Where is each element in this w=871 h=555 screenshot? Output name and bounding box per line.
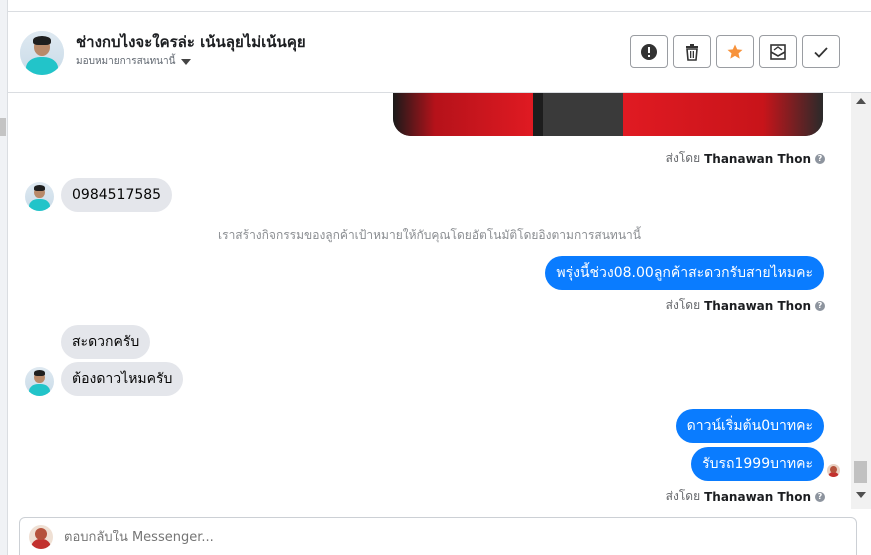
mail-icon bbox=[770, 43, 786, 60]
outgoing-message[interactable]: พรุ่งนี้ช่วง08.00ลูกค้าสะดวกรับสายไหมคะ bbox=[545, 256, 824, 290]
mark-done-button[interactable] bbox=[802, 35, 840, 68]
star-button[interactable] bbox=[716, 35, 754, 68]
contact-avatar[interactable] bbox=[20, 31, 64, 75]
mark-unread-button[interactable] bbox=[759, 35, 797, 68]
check-icon bbox=[814, 46, 828, 58]
help-icon[interactable]: ? bbox=[815, 153, 825, 164]
assign-conversation-dropdown[interactable]: มอบหมายการสนทนานี้ bbox=[76, 54, 192, 69]
help-icon[interactable]: ? bbox=[815, 300, 825, 311]
page-avatar bbox=[29, 525, 53, 549]
read-receipt-avatar bbox=[827, 464, 840, 477]
help-icon[interactable]: ? bbox=[815, 491, 825, 502]
incoming-message[interactable]: ต้องดาวไหมครับ bbox=[61, 362, 184, 396]
image-attachment[interactable] bbox=[393, 93, 823, 136]
outgoing-message[interactable]: รับรถ1999บาทคะ bbox=[691, 447, 824, 481]
star-icon bbox=[727, 44, 743, 59]
exclamation-icon bbox=[641, 43, 657, 60]
sent-by-label: ส่งโดย Thanawan Thon ? bbox=[666, 487, 825, 506]
sent-by-label: ส่งโดย Thanawan Thon ? bbox=[666, 149, 825, 168]
sent-by-label: ส่งโดย Thanawan Thon ? bbox=[666, 296, 825, 315]
conversation-actions bbox=[630, 35, 840, 68]
scroll-up-icon[interactable] bbox=[856, 98, 866, 104]
contact-avatar-small bbox=[25, 367, 54, 396]
left-scroll-thumb[interactable] bbox=[0, 118, 6, 136]
contact-name: ช่างกบไงจะใครล่ะ เน้นลุยไม่เน้นคุย bbox=[76, 33, 306, 51]
contact-avatar-small bbox=[25, 182, 54, 211]
delete-button[interactable] bbox=[673, 35, 711, 68]
assign-label: มอบหมายการสนทนานี้ bbox=[76, 56, 176, 67]
left-scroll-strip bbox=[0, 0, 8, 555]
reply-input[interactable] bbox=[64, 530, 764, 545]
incoming-message[interactable]: สะดวกครับ bbox=[61, 325, 151, 359]
incoming-message[interactable]: 0984517585 bbox=[61, 178, 173, 212]
system-note: เราสร้างกิจกรรมของลูกค้าเป้าหมายให้กับคุ… bbox=[218, 228, 641, 242]
mark-spam-button[interactable] bbox=[630, 35, 668, 68]
scrollbar-thumb[interactable] bbox=[854, 461, 867, 483]
thread-scrollbar[interactable] bbox=[851, 93, 871, 509]
scroll-down-icon[interactable] bbox=[856, 492, 866, 498]
trash-icon bbox=[686, 43, 698, 61]
conversation-header: ช่างกบไงจะใครล่ะ เน้นลุยไม่เน้นคุย มอบหม… bbox=[8, 12, 871, 93]
reply-composer[interactable] bbox=[19, 517, 857, 555]
caret-down-icon bbox=[181, 58, 192, 65]
message-thread[interactable]: ส่งโดย Thanawan Thon ? 0984517585 เราสร้… bbox=[8, 93, 851, 509]
outgoing-message[interactable]: ดาวน์เริ่มต้น0บาทคะ bbox=[675, 409, 824, 443]
